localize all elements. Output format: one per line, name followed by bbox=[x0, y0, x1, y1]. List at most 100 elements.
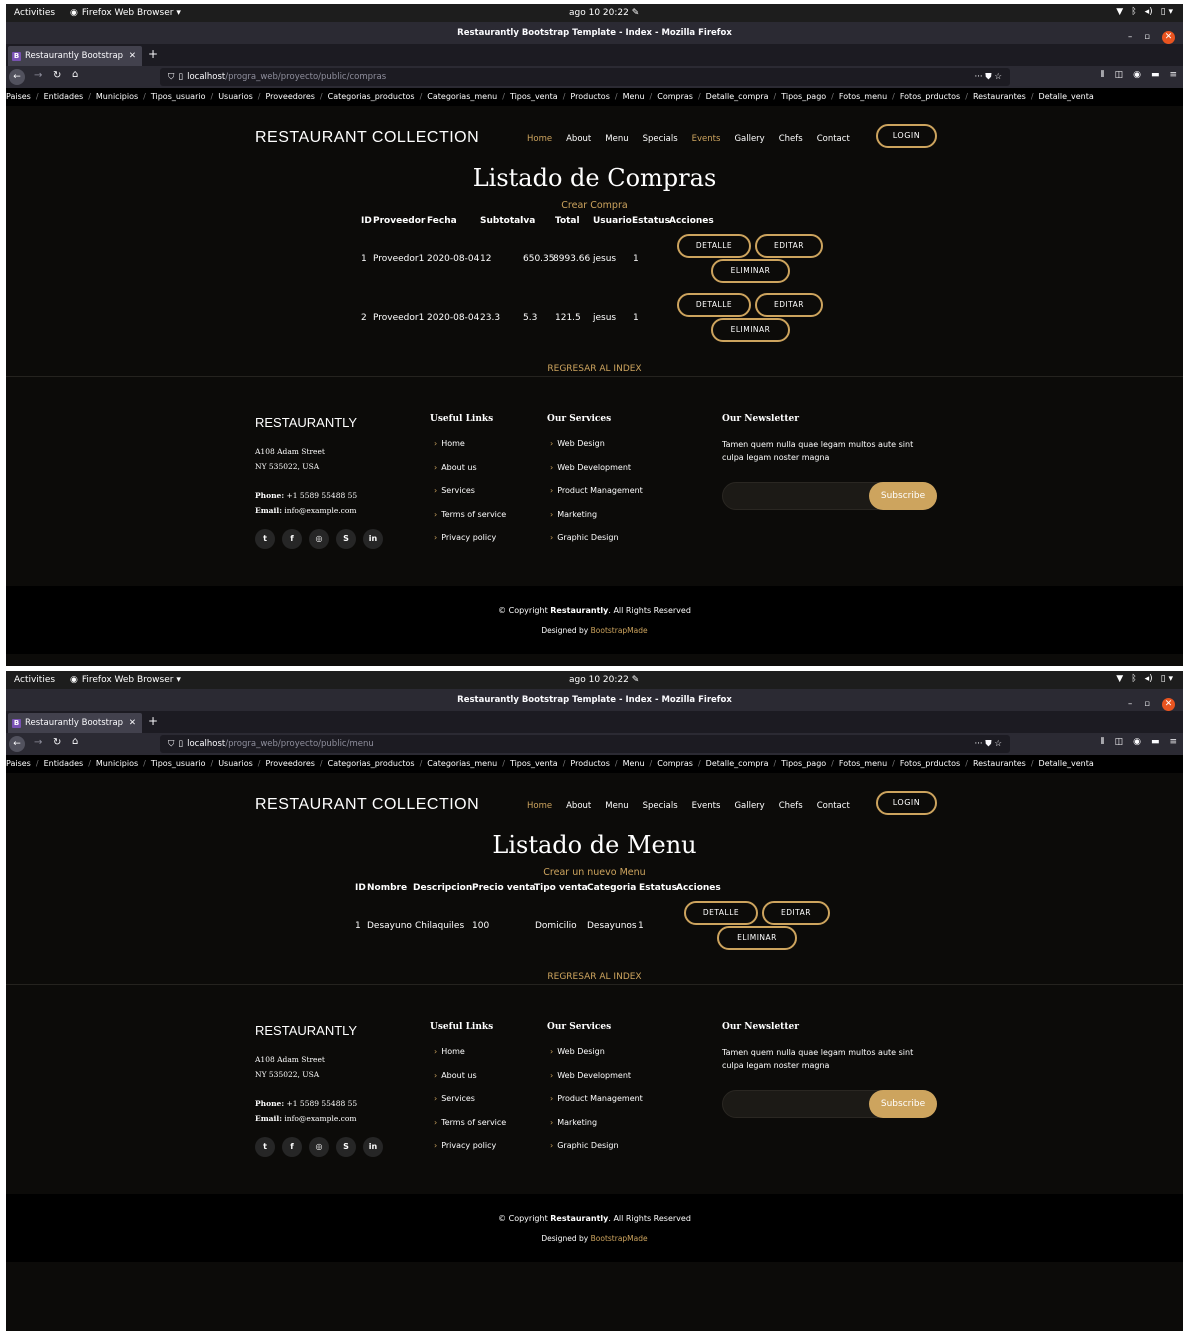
breadcrumb-link-fotos-menu[interactable]: Fotos_menu bbox=[839, 759, 887, 768]
breadcrumb-link-paises[interactable]: Paises bbox=[6, 759, 31, 768]
nav-gallery[interactable]: Gallery bbox=[734, 134, 764, 144]
page-actions-icon[interactable]: ··· bbox=[974, 72, 982, 82]
designed-by-link[interactable]: BootstrapMade bbox=[591, 626, 648, 635]
tab-close-icon[interactable]: ✕ bbox=[129, 51, 136, 61]
footer-link[interactable]: › Marketing bbox=[550, 503, 643, 527]
new-tab-button[interactable]: + bbox=[148, 47, 158, 61]
detalle-button[interactable]: DETALLE bbox=[677, 234, 751, 258]
breadcrumb-link-detalle-venta[interactable]: Detalle_venta bbox=[1039, 759, 1094, 768]
footer-link[interactable]: › Web Design bbox=[550, 1040, 643, 1064]
activities-button[interactable]: Activities bbox=[14, 675, 55, 685]
nav-events[interactable]: Events bbox=[692, 134, 721, 144]
footer-link[interactable]: › Privacy policy bbox=[434, 526, 506, 550]
breadcrumb-link-tipos-usuario[interactable]: Tipos_usuario bbox=[151, 92, 206, 101]
breadcrumb-link-tipos-venta[interactable]: Tipos_venta bbox=[510, 759, 558, 768]
breadcrumb-link-categorias-menu[interactable]: Categorias_menu bbox=[427, 759, 497, 768]
account-icon[interactable]: ◉ bbox=[1133, 70, 1141, 80]
back-button[interactable]: ← bbox=[9, 736, 25, 752]
extension-icon[interactable]: ▬ bbox=[1151, 70, 1160, 80]
forward-button[interactable]: → bbox=[34, 737, 42, 748]
breadcrumb-link-fotos-prductos[interactable]: Fotos_prductos bbox=[900, 92, 960, 101]
footer-link[interactable]: › About us bbox=[434, 456, 506, 480]
skype-icon[interactable]: S bbox=[336, 529, 356, 549]
reload-button[interactable]: ↻ bbox=[53, 70, 61, 81]
home-button[interactable]: ⌂ bbox=[72, 69, 78, 80]
account-icon[interactable]: ◉ bbox=[1133, 737, 1141, 747]
facebook-icon[interactable]: f bbox=[282, 1137, 302, 1157]
breadcrumb-link-fotos-prductos[interactable]: Fotos_prductos bbox=[900, 759, 960, 768]
nav-menu[interactable]: Menu bbox=[605, 801, 628, 811]
eliminar-button[interactable]: ELIMINAR bbox=[717, 926, 797, 950]
twitter-icon[interactable]: t bbox=[255, 1137, 275, 1157]
shield-icon[interactable]: ⛉ bbox=[168, 735, 174, 753]
nav-specials[interactable]: Specials bbox=[643, 134, 678, 144]
footer-link[interactable]: › Marketing bbox=[550, 1111, 643, 1135]
nav-home[interactable]: Home bbox=[527, 134, 552, 144]
footer-link[interactable]: › About us bbox=[434, 1064, 506, 1088]
nav-contact[interactable]: Contact bbox=[817, 134, 850, 144]
hamburger-menu-icon[interactable]: ≡ bbox=[1169, 70, 1177, 80]
footer-link[interactable]: › Product Management bbox=[550, 1087, 643, 1111]
home-button[interactable]: ⌂ bbox=[72, 736, 78, 747]
breadcrumb-link-detalle-compra[interactable]: Detalle_compra bbox=[706, 759, 769, 768]
nav-about[interactable]: About bbox=[566, 134, 591, 144]
breadcrumb-link-municipios[interactable]: Municipios bbox=[96, 92, 138, 101]
footer-link[interactable]: › Graphic Design bbox=[550, 526, 643, 550]
breadcrumb-link-detalle-venta[interactable]: Detalle_venta bbox=[1039, 92, 1094, 101]
breadcrumb-link-usuarios[interactable]: Usuarios bbox=[218, 92, 253, 101]
newsletter-email-input[interactable]: Subscribe bbox=[722, 482, 937, 510]
nav-gallery[interactable]: Gallery bbox=[734, 801, 764, 811]
detalle-button[interactable]: DETALLE bbox=[677, 293, 751, 317]
clock[interactable]: ago 10 20:22 ✎ bbox=[569, 675, 639, 685]
pocket-icon[interactable]: ⛊ bbox=[985, 739, 991, 749]
facebook-icon[interactable]: f bbox=[282, 529, 302, 549]
breadcrumb-link-entidades[interactable]: Entidades bbox=[44, 759, 84, 768]
breadcrumb-link-municipios[interactable]: Municipios bbox=[96, 759, 138, 768]
footer-link[interactable]: › Terms of service bbox=[434, 1111, 506, 1135]
breadcrumb-link-proveedores[interactable]: Proveedores bbox=[265, 759, 314, 768]
breadcrumb-link-fotos-menu[interactable]: Fotos_menu bbox=[839, 92, 887, 101]
forward-button[interactable]: → bbox=[34, 70, 42, 81]
eliminar-button[interactable]: ELIMINAR bbox=[711, 318, 790, 342]
detalle-button[interactable]: DETALLE bbox=[684, 901, 758, 925]
twitter-icon[interactable]: t bbox=[255, 529, 275, 549]
footer-link[interactable]: › Home bbox=[434, 432, 506, 456]
breadcrumb-link-compras[interactable]: Compras bbox=[657, 759, 693, 768]
breadcrumb-link-tipos-usuario[interactable]: Tipos_usuario bbox=[151, 759, 206, 768]
activities-button[interactable]: Activities bbox=[14, 8, 55, 18]
shield-icon[interactable]: ⛉ bbox=[168, 68, 174, 86]
breadcrumb-link-tipos-venta[interactable]: Tipos_venta bbox=[510, 92, 558, 101]
skype-icon[interactable]: S bbox=[336, 1137, 356, 1157]
new-tab-button[interactable]: + bbox=[148, 714, 158, 728]
breadcrumb-link-detalle-compra[interactable]: Detalle_compra bbox=[706, 92, 769, 101]
library-icon[interactable]: ⫴ bbox=[1101, 70, 1105, 80]
breadcrumb-link-categorias-productos[interactable]: Categorias_productos bbox=[328, 92, 415, 101]
footer-link[interactable]: › Graphic Design bbox=[550, 1134, 643, 1158]
breadcrumb-link-tipos-pago[interactable]: Tipos_pago bbox=[781, 759, 826, 768]
nav-contact[interactable]: Contact bbox=[817, 801, 850, 811]
footer-link[interactable]: › Services bbox=[434, 1087, 506, 1111]
instagram-icon[interactable]: ◎ bbox=[309, 529, 329, 549]
url-actions[interactable]: ··· ⛊ ☆ bbox=[974, 68, 1002, 86]
breadcrumb-link-usuarios[interactable]: Usuarios bbox=[218, 759, 253, 768]
eliminar-button[interactable]: ELIMINAR bbox=[711, 259, 790, 283]
breadcrumb-link-menu[interactable]: Menu bbox=[623, 92, 645, 101]
editar-button[interactable]: EDITAR bbox=[762, 901, 830, 925]
site-brand[interactable]: RESTAURANT COLLECTION bbox=[255, 796, 479, 814]
breadcrumb-link-entidades[interactable]: Entidades bbox=[44, 92, 84, 101]
instagram-icon[interactable]: ◎ bbox=[309, 1137, 329, 1157]
create-menu-link-text[interactable]: Crear un nuevo Menu bbox=[543, 867, 645, 878]
url-bar[interactable]: ⛉ ▯ localhost/progra_web/proyecto/public/… bbox=[160, 68, 1010, 86]
hamburger-menu-icon[interactable]: ≡ bbox=[1169, 737, 1177, 747]
extension-icon[interactable]: ▬ bbox=[1151, 737, 1160, 747]
clock[interactable]: ago 10 20:22 ✎ bbox=[569, 8, 639, 18]
system-tray[interactable]: ▼ ᛒ ◂) ▯ ▾ bbox=[1116, 674, 1173, 684]
browser-tab[interactable]: B Restaurantly Bootstrap ✕ bbox=[8, 46, 142, 66]
pocket-icon[interactable]: ⛊ bbox=[985, 72, 991, 82]
sidebar-icon[interactable]: ◫ bbox=[1115, 70, 1124, 80]
breadcrumb-link-menu[interactable]: Menu bbox=[623, 759, 645, 768]
back-to-index-link[interactable]: REGRESAR AL INDEX bbox=[547, 364, 641, 374]
nav-chefs[interactable]: Chefs bbox=[779, 134, 803, 144]
app-menu[interactable]: ◉ Firefox Web Browser ▾ bbox=[70, 675, 181, 685]
footer-link[interactable]: › Services bbox=[434, 479, 506, 503]
